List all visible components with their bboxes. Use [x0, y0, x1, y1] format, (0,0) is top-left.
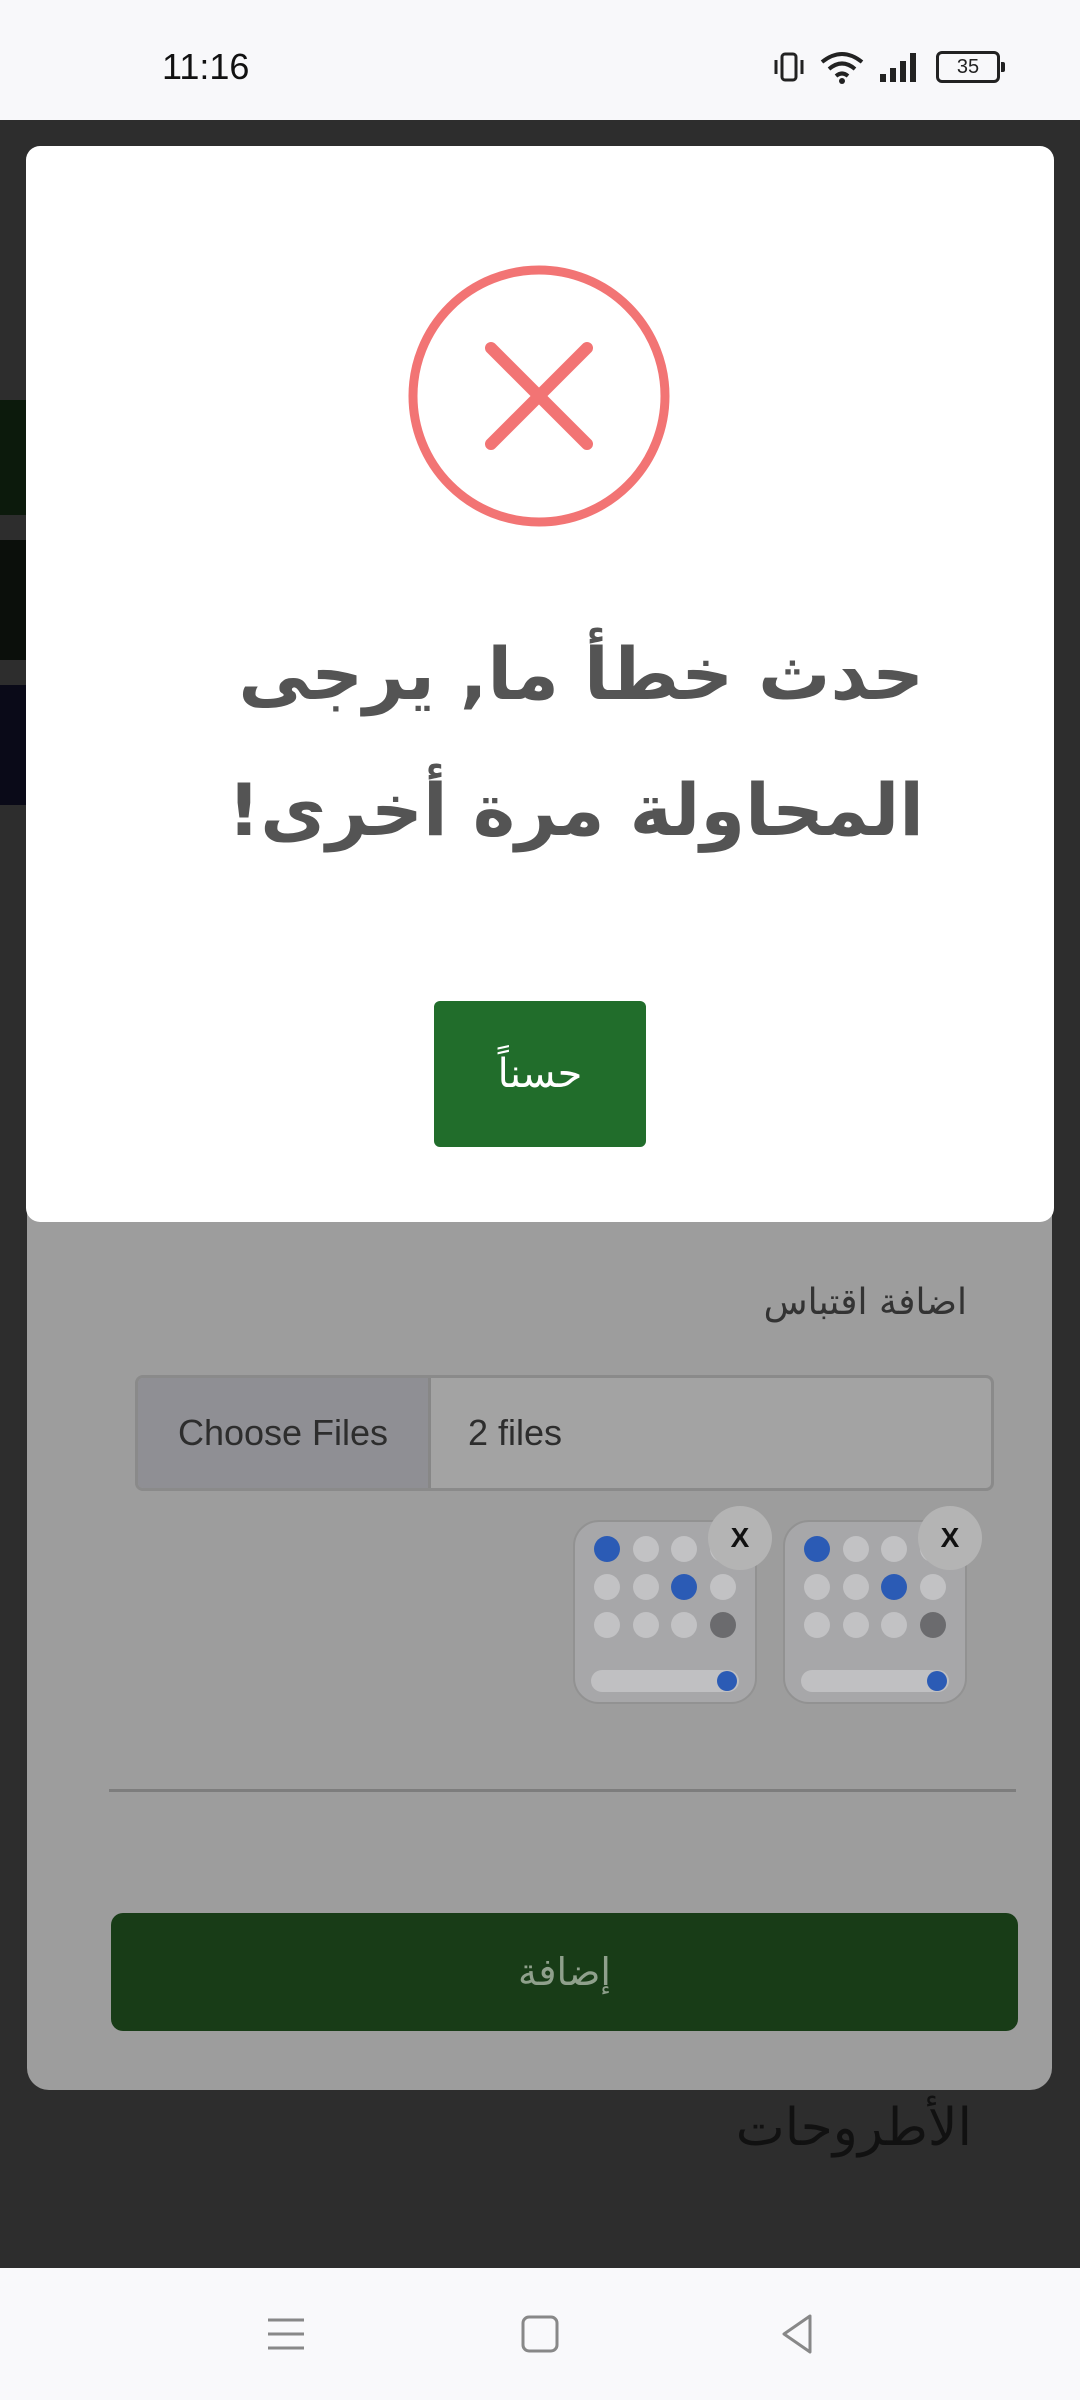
home-icon[interactable] — [514, 2308, 566, 2360]
add-button[interactable]: إضافة — [111, 1913, 1018, 2031]
remove-thumbnail-button[interactable]: X — [918, 1506, 982, 1570]
choose-files-button[interactable]: Choose Files — [138, 1378, 431, 1488]
wifi-icon — [820, 52, 864, 84]
file-input[interactable]: Choose Files 2 files — [135, 1375, 994, 1491]
back-icon[interactable] — [772, 2308, 824, 2360]
remove-thumbnail-button[interactable]: X — [708, 1506, 772, 1570]
error-message-line2: المحاولة مرة أخرى! — [227, 768, 924, 852]
add-quote-card: اضافة اقتباس Choose Files 2 files X X إض… — [27, 1160, 1052, 2090]
status-icons: 35 — [772, 50, 1005, 84]
status-time: 11:16 — [162, 46, 250, 87]
navigation-bar — [0, 2268, 1080, 2400]
section-title: الأطروحات — [735, 2098, 972, 2158]
divider — [109, 1789, 1016, 1792]
vibrate-icon — [774, 52, 804, 82]
ok-button[interactable]: حسناً — [434, 1001, 646, 1147]
status-bar: 11:16 35 — [0, 0, 1080, 120]
quote-label: اضافة اقتباس — [763, 1282, 967, 1323]
signal-icon — [880, 53, 916, 82]
error-dialog: حدث خطأ ما, يرجى المحاولة مرة أخرى! حسنا… — [26, 146, 1054, 1222]
error-message: حدث خطأ ما, يرجى المحاولة مرة أخرى! — [156, 606, 924, 878]
error-x-icon — [408, 265, 670, 527]
error-message-line1: حدث خطأ ما, يرجى — [238, 632, 924, 716]
battery-icon: 35 — [936, 51, 1005, 83]
files-selected-text: 2 files — [468, 1412, 563, 1453]
menu-icon[interactable] — [260, 2308, 312, 2360]
